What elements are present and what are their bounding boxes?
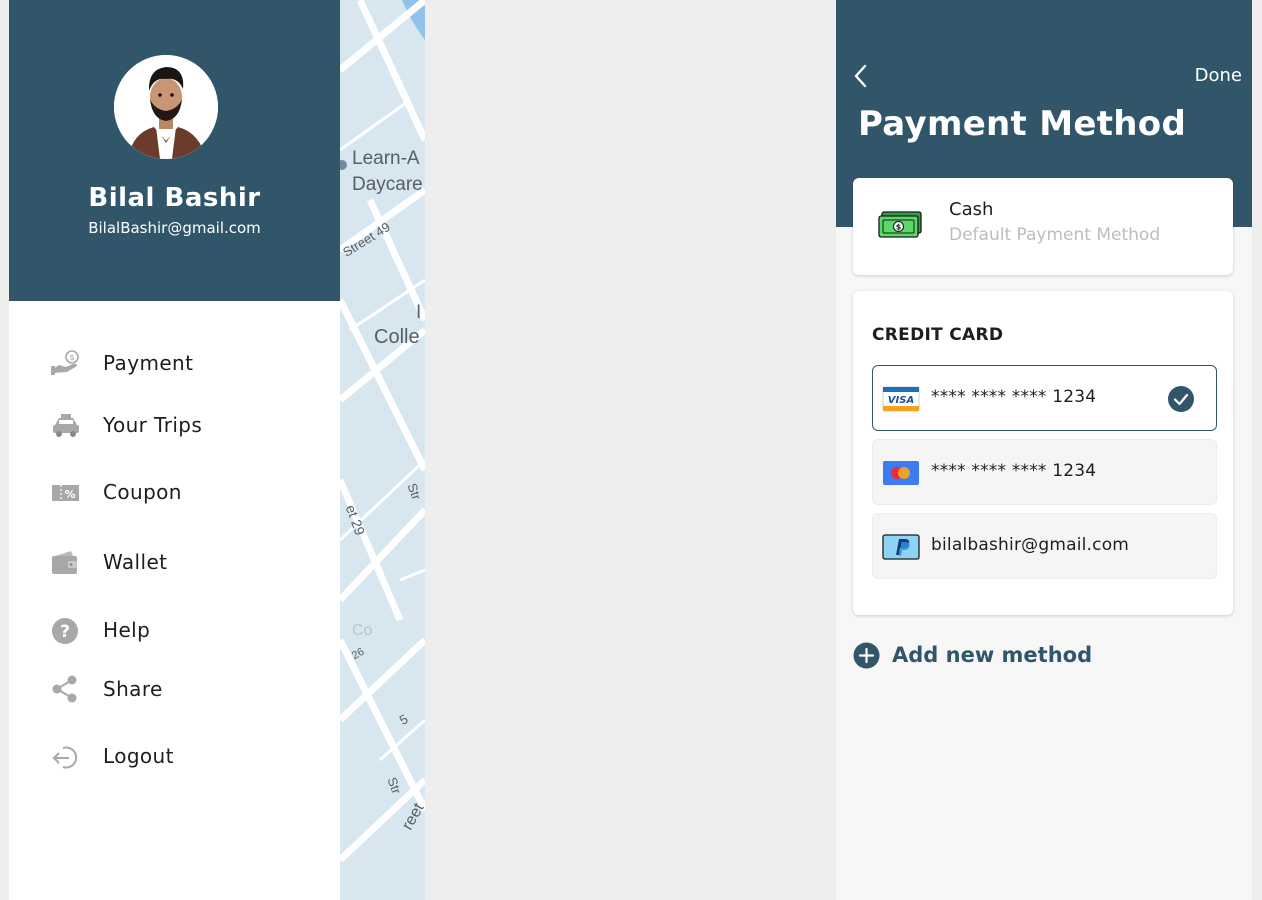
add-new-method-button[interactable]: Add new method [853, 642, 1113, 672]
menu-label: Payment [103, 351, 194, 375]
visa-logo-icon: VISA [882, 386, 920, 412]
menu-label: Coupon [103, 480, 182, 504]
cash-title: Cash [949, 199, 994, 220]
coupon-icon: % [52, 485, 79, 501]
chevron-left-icon[interactable] [850, 62, 874, 90]
menu-item-help[interactable]: ? Help [9, 608, 340, 652]
map-view[interactable]: Learn-A Daycare Street 49 I Colle Str et… [340, 0, 425, 900]
cash-subtitle: Default Payment Method [949, 225, 1161, 245]
profile-name: Bilal Bashir [88, 183, 261, 213]
cash-payment-card[interactable]: $ Cash Default Payment Method [853, 178, 1233, 275]
svg-text:$: $ [896, 223, 902, 232]
card-mask: **** **** **** [931, 387, 1047, 407]
done-button[interactable]: Done [1195, 65, 1242, 86]
credit-card-section: CREDIT CARD VISA **** **** **** 1234 ***… [853, 291, 1233, 615]
payment-method-mastercard[interactable]: **** **** **** 1234 [872, 439, 1217, 505]
card-number: **** **** **** 1234 [931, 387, 1096, 407]
check-circle-icon [1168, 386, 1194, 412]
menu-label: Help [103, 618, 151, 642]
profile-email: BilalBashir@gmail.com [88, 219, 261, 237]
menu-item-wallet[interactable]: Wallet [9, 540, 340, 584]
add-new-method-label: Add new method [892, 643, 1093, 667]
map-label: Learn-A [352, 148, 420, 169]
navigation-drawer: Bilal Bashir BilalBashir@gmail.com $ Pay… [9, 0, 340, 900]
card-last4: 1234 [1052, 387, 1097, 407]
menu-item-share[interactable]: Share [9, 667, 340, 711]
map-streets [340, 0, 425, 863]
plus-circle-icon [853, 642, 880, 669]
menu-item-logout[interactable]: Logout [9, 734, 340, 778]
logout-icon [52, 746, 78, 769]
map-label: Colle [374, 326, 420, 348]
hand-coin-icon: $ [51, 350, 79, 375]
payment-method-paypal[interactable]: bilalbashir@gmail.com [872, 513, 1217, 579]
svg-text:?: ? [60, 622, 70, 642]
menu-label: Logout [103, 744, 174, 768]
car-icon [53, 414, 79, 437]
card-mask: **** **** **** [931, 461, 1047, 481]
page-title: Payment Method [858, 104, 1187, 144]
payment-method-visa[interactable]: VISA **** **** **** 1234 [872, 365, 1217, 431]
svg-text:%: % [64, 488, 75, 501]
menu-label: Wallet [103, 550, 168, 574]
card-last4: 1234 [1052, 461, 1097, 481]
help-icon: ? [52, 618, 78, 644]
menu-item-coupon[interactable]: % Coupon [9, 470, 340, 514]
svg-text:VISA: VISA [888, 395, 914, 406]
paypal-logo-icon [882, 534, 920, 560]
mastercard-logo-icon [883, 461, 919, 485]
menu-item-payment[interactable]: $ Payment [9, 341, 340, 385]
avatar-photo [114, 55, 218, 159]
map-label: Co [352, 622, 373, 639]
menu-label: Your Trips [103, 413, 203, 437]
payment-method-screen: Done Payment Method $ Cash Default Payme… [836, 0, 1252, 900]
card-number: **** **** **** 1234 [931, 461, 1096, 481]
paypal-email: bilalbashir@gmail.com [931, 535, 1130, 555]
share-icon [52, 675, 77, 703]
credit-card-heading: CREDIT CARD [872, 325, 1004, 345]
avatar[interactable] [114, 55, 218, 159]
wallet-icon [52, 551, 77, 574]
map-label: I [416, 302, 422, 323]
cash-icon: $ [878, 211, 922, 238]
profile-header: Bilal Bashir BilalBashir@gmail.com [9, 0, 340, 301]
map-label: Daycare [352, 174, 423, 195]
menu-label: Share [103, 677, 163, 701]
menu-item-your-trips[interactable]: Your Trips [9, 403, 340, 447]
svg-text:$: $ [69, 353, 74, 362]
